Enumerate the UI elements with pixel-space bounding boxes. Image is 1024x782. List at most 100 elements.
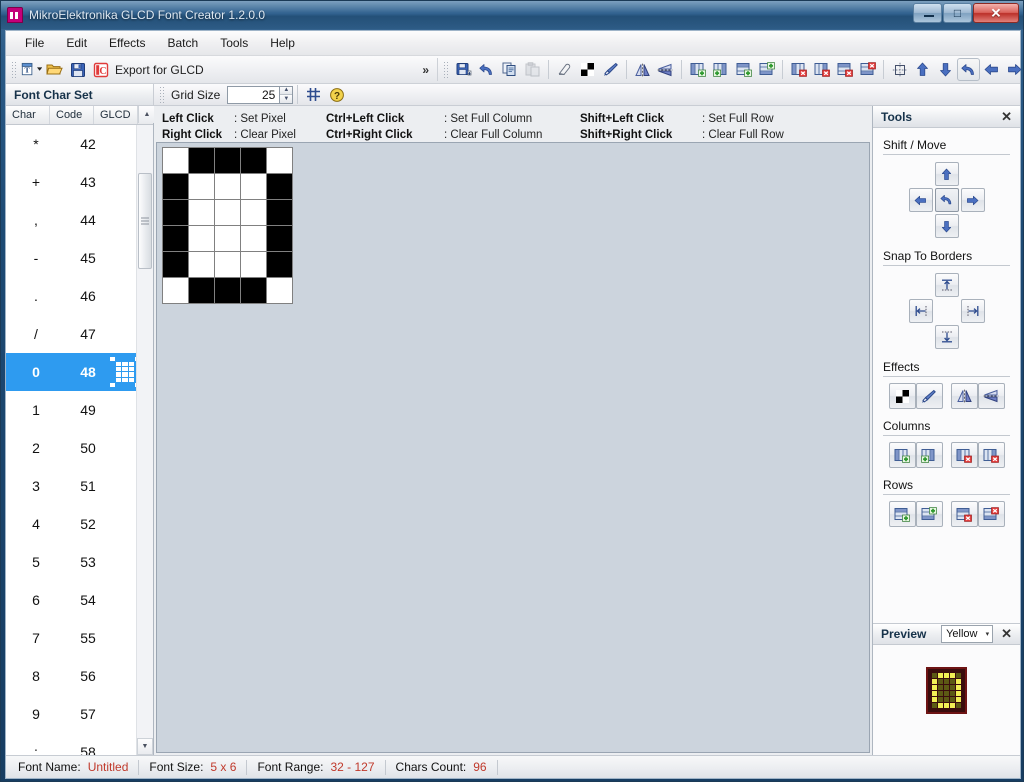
pixel-cell[interactable]: [215, 174, 240, 199]
pixel-cell[interactable]: [215, 200, 240, 225]
shift-down-button[interactable]: [934, 58, 957, 81]
preview-panel-close-button[interactable]: ✕: [999, 626, 1014, 642]
insert-row-top-button[interactable]: [889, 501, 916, 527]
invert-button[interactable]: [576, 58, 599, 81]
charset-row[interactable]: /47: [6, 315, 136, 353]
save-button[interactable]: [66, 58, 89, 81]
insert-column-right-button[interactable]: [916, 442, 943, 468]
charset-row[interactable]: .46: [6, 277, 136, 315]
charset-scrollbar[interactable]: ▼: [136, 125, 153, 755]
pixel-cell[interactable]: [163, 148, 188, 173]
pixel-cell[interactable]: [163, 200, 188, 225]
pixel-cell[interactable]: [215, 278, 240, 303]
charset-row[interactable]: 452: [6, 505, 136, 543]
shift-up-button[interactable]: [935, 162, 959, 186]
pixel-cell[interactable]: [241, 226, 266, 251]
toolbar-grip-icon[interactable]: [158, 85, 165, 105]
shift-right-button[interactable]: [1003, 58, 1024, 81]
pixel-cell[interactable]: [189, 226, 214, 251]
charset-row[interactable]: 654: [6, 581, 136, 619]
menu-batch[interactable]: Batch: [157, 32, 210, 54]
pixel-cell[interactable]: [241, 278, 266, 303]
export-glcd-label[interactable]: Export for GLCD: [115, 63, 212, 77]
eraser-button[interactable]: [553, 58, 576, 81]
pixel-cell[interactable]: [267, 226, 292, 251]
new-font-button[interactable]: T: [20, 58, 43, 81]
insert-column-left-button[interactable]: [889, 442, 916, 468]
toolbar-grip-icon[interactable]: [10, 60, 17, 80]
mirror-vertical-button[interactable]: [978, 383, 1005, 409]
pixel-cell[interactable]: [189, 148, 214, 173]
undo-button[interactable]: [475, 58, 498, 81]
delete-row-bottom-button[interactable]: [856, 58, 879, 81]
gridsize-input[interactable]: [227, 86, 279, 104]
snap-bottom-button[interactable]: [935, 325, 959, 349]
shift-down-button[interactable]: [935, 214, 959, 238]
tools-panel-close-button[interactable]: ✕: [999, 109, 1014, 125]
pixel-cell[interactable]: [163, 226, 188, 251]
fill-button[interactable]: [599, 58, 622, 81]
charset-scroll-up-button[interactable]: ▲: [138, 106, 155, 123]
gridsize-spin-up[interactable]: ▲: [280, 87, 292, 96]
invert-button[interactable]: [889, 383, 916, 409]
delete-row-bottom-button[interactable]: [978, 501, 1005, 527]
toolbar-overflow-button[interactable]: »: [418, 63, 433, 77]
pixel-cell[interactable]: [267, 174, 292, 199]
mirror-vertical-button[interactable]: [654, 58, 677, 81]
pixel-cell[interactable]: [267, 200, 292, 225]
copy-button[interactable]: [498, 58, 521, 81]
save-as-button[interactable]: [452, 58, 475, 81]
menu-tools[interactable]: Tools: [209, 32, 259, 54]
pixel-cell[interactable]: [163, 174, 188, 199]
fill-button[interactable]: [916, 383, 943, 409]
delete-column-left-button[interactable]: [787, 58, 810, 81]
charset-row[interactable]: -45: [6, 239, 136, 277]
pixel-cell[interactable]: [241, 200, 266, 225]
charset-scroll-track[interactable]: [137, 125, 153, 738]
gridsize-spin-down[interactable]: ▼: [280, 95, 292, 103]
pixel-cell[interactable]: [215, 252, 240, 277]
charset-row[interactable]: 351: [6, 467, 136, 505]
charset-row[interactable]: :58: [6, 733, 136, 755]
minimize-button[interactable]: [913, 3, 942, 23]
column-header-glcd[interactable]: GLCD: [94, 106, 138, 124]
toggle-grid-button[interactable]: [302, 83, 325, 106]
charset-row[interactable]: 149: [6, 391, 136, 429]
pixel-cell[interactable]: [189, 200, 214, 225]
pixel-cell[interactable]: [241, 174, 266, 199]
shift-up-button[interactable]: [911, 58, 934, 81]
insert-row-bottom-button[interactable]: [916, 501, 943, 527]
pixel-cell[interactable]: [267, 278, 292, 303]
mirror-horizontal-button[interactable]: [951, 383, 978, 409]
delete-row-top-button[interactable]: [951, 501, 978, 527]
column-header-code[interactable]: Code: [50, 106, 94, 124]
charset-row[interactable]: 250: [6, 429, 136, 467]
charset-row[interactable]: ,44: [6, 201, 136, 239]
snap-borders-button[interactable]: [888, 58, 911, 81]
pixel-grid[interactable]: [162, 147, 293, 304]
delete-column-right-button[interactable]: [810, 58, 833, 81]
charset-row[interactable]: 553: [6, 543, 136, 581]
menu-edit[interactable]: Edit: [55, 32, 98, 54]
pixel-cell[interactable]: [215, 226, 240, 251]
charset-row[interactable]: *42: [6, 125, 136, 163]
shift-right-button[interactable]: [961, 188, 985, 212]
charset-scroll-thumb[interactable]: [138, 173, 152, 269]
pixel-cell[interactable]: [163, 252, 188, 277]
snap-top-button[interactable]: [935, 273, 959, 297]
menu-help[interactable]: Help: [259, 32, 306, 54]
open-button[interactable]: [43, 58, 66, 81]
shift-left-button[interactable]: [980, 58, 1003, 81]
snap-left-button[interactable]: [909, 299, 933, 323]
pixel-cell[interactable]: [215, 148, 240, 173]
charset-row[interactable]: 048: [6, 353, 136, 391]
pixel-cell[interactable]: [189, 278, 214, 303]
pixel-cell[interactable]: [189, 174, 214, 199]
insert-row-bottom-button[interactable]: [755, 58, 778, 81]
toolbar-grip-icon[interactable]: [442, 60, 449, 80]
insert-row-top-button[interactable]: [732, 58, 755, 81]
pixel-cell[interactable]: [267, 252, 292, 277]
reset-button[interactable]: [957, 58, 980, 81]
pixel-cell[interactable]: [267, 148, 292, 173]
menu-file[interactable]: File: [14, 32, 55, 54]
